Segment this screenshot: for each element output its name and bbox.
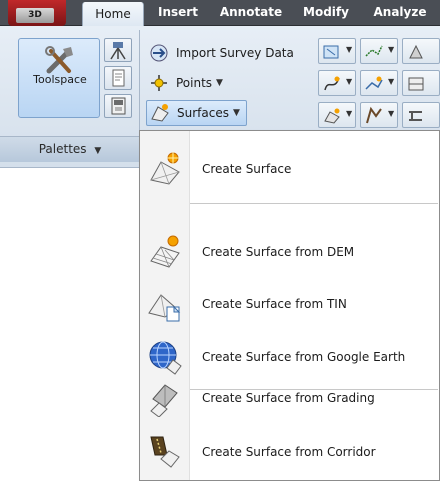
points-dropdown[interactable]: Points ▼ <box>146 70 223 96</box>
pipe-network-icon <box>409 111 422 121</box>
surface-from-google-earth-icon <box>149 341 182 375</box>
menu-item-create-surface[interactable]: Create Surface <box>140 146 439 194</box>
import-survey-icon <box>150 44 168 62</box>
create-surface-icon <box>150 152 180 185</box>
menu-item-label: Create Surface from Corridor <box>202 445 376 459</box>
surfaces-dropdown-menu: Create Surface Create Surface from DEM C… <box>139 130 440 481</box>
chevron-down-icon: ▼ <box>216 78 223 88</box>
surface-from-grading-icon <box>150 384 178 417</box>
civil3d-window: 3D Home Insert Annotate Modify Analyze T… <box>0 0 440 481</box>
properties-icon <box>112 69 125 87</box>
panorama-palette-button[interactable] <box>104 94 132 118</box>
tab-annotate[interactable]: Annotate <box>212 0 290 26</box>
import-survey-label: Import Survey Data <box>176 46 294 60</box>
app-3d-label: 3D <box>16 8 54 23</box>
surface-from-dem-icon <box>150 235 180 268</box>
intersection-button[interactable]: ▼ <box>360 102 398 128</box>
menu-item-create-surface-from-grading[interactable]: Create Surface from Grading <box>140 375 439 423</box>
toolspace-button[interactable]: Toolspace <box>18 38 100 118</box>
chevron-down-icon: ▼ <box>232 108 240 118</box>
survey-tripod-icon <box>110 42 126 60</box>
chevron-down-icon: ▼ <box>346 45 353 54</box>
palettes-panel: Toolspace Palettes ▼ <box>0 28 140 166</box>
profile-icon <box>365 76 383 90</box>
chevron-down-icon: ▼ <box>346 109 353 118</box>
chevron-down-icon: ▼ <box>94 146 102 156</box>
surfaces-label: Surfaces <box>177 106 229 120</box>
tab-home[interactable]: Home <box>82 2 144 27</box>
menu-divider <box>190 203 438 204</box>
chevron-down-icon: ▼ <box>346 77 353 86</box>
tab-analyze[interactable]: Analyze <box>362 0 438 26</box>
feature-line-icon <box>365 45 383 57</box>
surfaces-dropdown[interactable]: Surfaces ▼ <box>146 100 247 126</box>
chevron-down-icon: ▼ <box>388 109 395 118</box>
chevron-down-icon: ▼ <box>388 45 395 54</box>
surfaces-icon <box>151 104 169 122</box>
palettes-panel-title[interactable]: Palettes ▼ <box>0 136 140 162</box>
import-survey-data-button[interactable]: Import Survey Data <box>146 40 294 66</box>
properties-palette-button[interactable] <box>104 66 132 90</box>
tab-modify[interactable]: Modify <box>296 0 356 26</box>
tab-insert[interactable]: Insert <box>150 0 206 26</box>
profile-button[interactable]: ▼ <box>360 70 398 96</box>
menu-item-label: Create Surface from Google Earth <box>202 350 406 364</box>
panorama-icon <box>111 97 126 115</box>
alignment-button[interactable]: ▼ <box>318 70 356 96</box>
chevron-down-icon: ▼ <box>388 77 395 86</box>
application-menu-button[interactable]: 3D <box>8 0 66 26</box>
menu-item-create-surface-from-corridor[interactable]: Create Surface from Corridor <box>140 429 439 477</box>
grading-button[interactable] <box>402 38 440 64</box>
menu-item-label: Create Surface from DEM <box>202 245 355 259</box>
parcel-icon <box>323 45 339 59</box>
corridor-icon <box>408 77 424 91</box>
menu-item-label: Create Surface <box>202 162 292 176</box>
surface-from-corridor-icon <box>150 436 180 468</box>
menu-item-label: Create Surface from TIN <box>202 297 347 311</box>
intersection-icon <box>366 106 382 124</box>
section-icon <box>324 108 340 124</box>
menu-item-create-surface-from-dem[interactable]: Create Surface from DEM <box>140 229 439 277</box>
survey-palette-button[interactable] <box>104 38 132 62</box>
palettes-title-label: Palettes <box>38 142 87 156</box>
pipe-network-button[interactable] <box>402 102 440 128</box>
ribbon-tab-bar: 3D Home Insert Annotate Modify Analyze <box>0 0 440 27</box>
feature-line-button[interactable]: ▼ <box>360 38 398 64</box>
corridor-button[interactable] <box>402 70 440 96</box>
points-label: Points <box>176 76 213 90</box>
menu-item-label: Create Surface from Grading <box>202 391 375 405</box>
points-icon <box>151 75 167 91</box>
alignment-icon <box>324 76 340 91</box>
surface-from-tin-icon <box>148 294 181 322</box>
section-button[interactable]: ▼ <box>318 102 356 128</box>
toolspace-label: Toolspace <box>33 73 87 86</box>
grading-icon <box>409 44 423 59</box>
parcel-button[interactable]: ▼ <box>318 38 356 64</box>
menu-item-create-surface-from-tin[interactable]: Create Surface from TIN <box>140 281 439 329</box>
